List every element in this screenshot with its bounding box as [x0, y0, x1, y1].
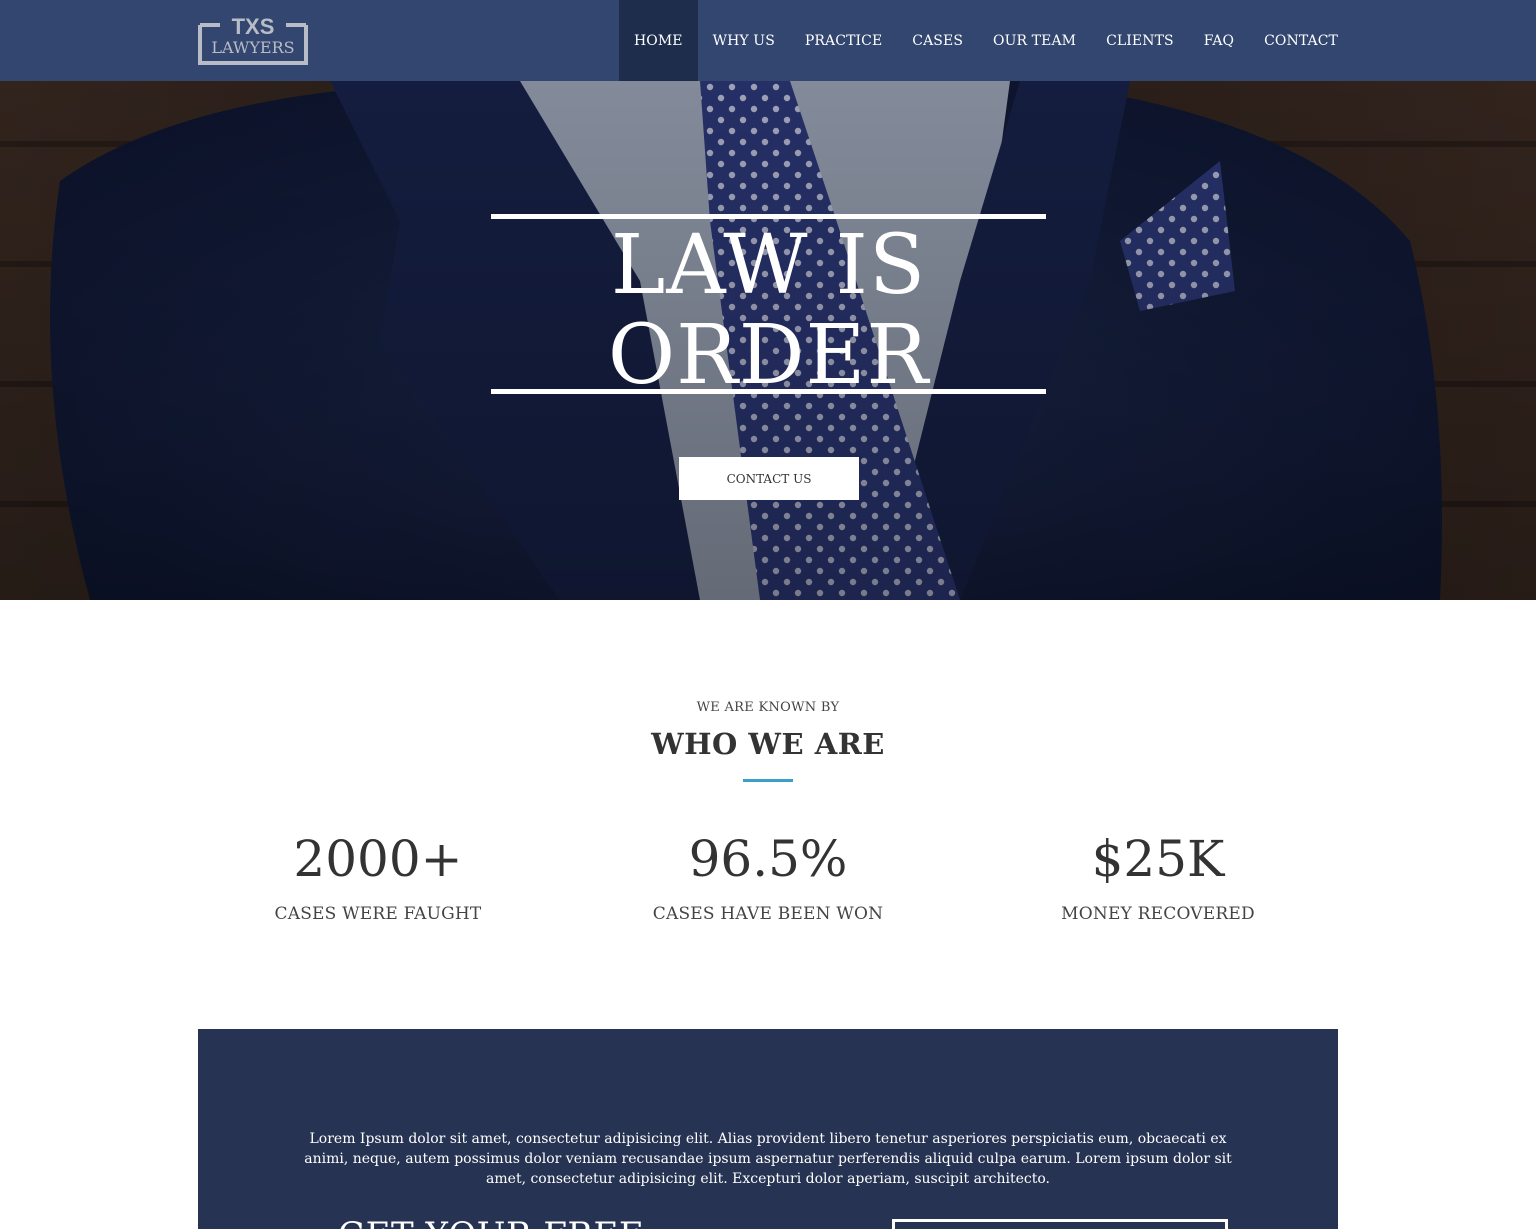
hero-rule-bottom — [491, 389, 1046, 394]
nav-clients[interactable]: CLIENTS — [1091, 0, 1189, 81]
nav-faq[interactable]: FAQ — [1189, 0, 1249, 81]
nav-our-team[interactable]: OUR TEAM — [978, 0, 1091, 81]
stat-value: 2000+ — [293, 830, 463, 888]
consultation-form-box[interactable] — [892, 1219, 1228, 1229]
nav-home[interactable]: HOME — [618, 0, 698, 81]
stat-label: CASES HAVE BEEN WON — [652, 904, 884, 924]
nav-cases[interactable]: CASES — [897, 0, 978, 81]
stat-cases-won: 96.5% CASES HAVE BEEN WON — [573, 828, 963, 924]
stat-cases-fought: 2000+ CASES WERE FAUGHT — [183, 828, 573, 924]
consultation-text: Lorem Ipsum dolor sit amet, consectetur … — [304, 1131, 1232, 1187]
nav-practice[interactable]: PRACTICE — [790, 0, 897, 81]
stat-label: CASES WERE FAUGHT — [274, 904, 482, 924]
logo-mark: TXS LAWYERS — [198, 14, 308, 65]
stat-label: MONEY RECOVERED — [1061, 904, 1255, 924]
stat-value: 96.5% — [688, 830, 848, 888]
logo-bottom-text: LAWYERS — [211, 38, 294, 57]
stat-money-recovered: $25K MONEY RECOVERED — [963, 828, 1353, 924]
contact-us-button[interactable]: CONTACT US — [679, 457, 859, 500]
stat-value: $25K — [1091, 830, 1225, 888]
section-divider — [743, 779, 793, 782]
consultation-panel: Lorem Ipsum dolor sit amet, consectetur … — [198, 1029, 1338, 1229]
hero-title-line-1: LAW IS — [610, 218, 927, 313]
top-navbar: TXS LAWYERS HOME WHY US PRACTICE CASES O… — [0, 0, 1536, 81]
nav-contact[interactable]: CONTACT — [1249, 0, 1338, 81]
logo-top-text: TXS — [232, 14, 275, 39]
hero-title: LAW IS ORDER — [491, 221, 1046, 401]
section-subtitle: WE ARE KNOWN BY — [696, 700, 840, 715]
logo[interactable]: TXS LAWYERS — [198, 13, 308, 65]
consultation-heading: GET YOUR FREE — [338, 1215, 644, 1229]
nav-menu: HOME WHY US PRACTICE CASES OUR TEAM CLIE… — [618, 0, 1338, 81]
nav-why-us[interactable]: WHY US — [698, 0, 790, 81]
hero-banner: LAW IS ORDER CONTACT US — [0, 81, 1536, 600]
section-title: WHO WE ARE — [651, 727, 885, 761]
